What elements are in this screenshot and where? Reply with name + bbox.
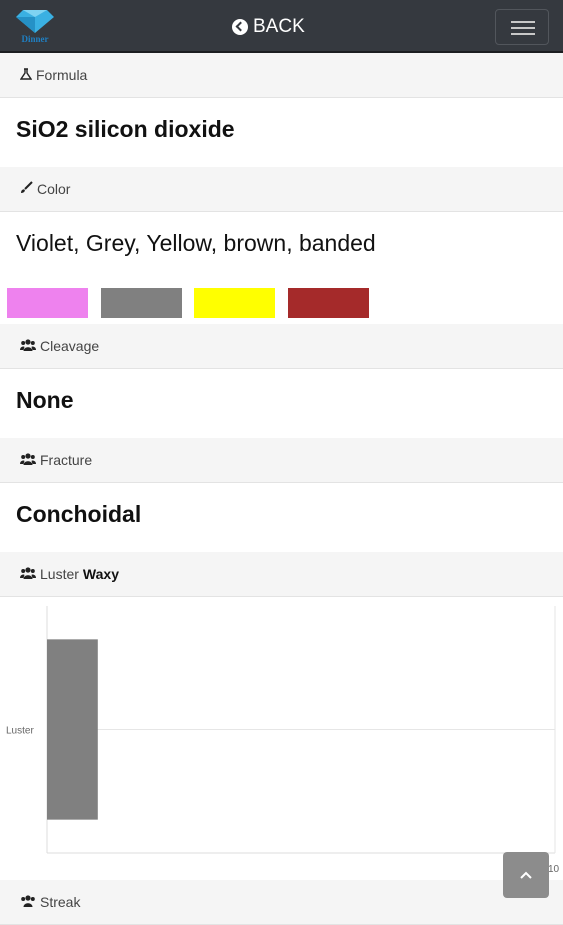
arrow-left-circle-icon bbox=[232, 19, 248, 35]
formula-header: Formula bbox=[0, 53, 563, 98]
color-header: Color bbox=[0, 167, 563, 212]
formula-label: Formula bbox=[36, 67, 88, 83]
cleavage-header: Cleavage bbox=[0, 324, 563, 369]
cleavage-value: None bbox=[16, 387, 74, 413]
bar-luster[interactable] bbox=[47, 639, 98, 820]
chevron-up-icon bbox=[520, 871, 532, 879]
streak-header: Streak bbox=[0, 880, 563, 925]
color-swatch-yellow bbox=[194, 288, 275, 318]
diamond-icon bbox=[16, 10, 54, 33]
users-icon bbox=[20, 894, 36, 910]
color-swatch-brown bbox=[288, 288, 369, 318]
formula-value: SiO2 silicon dioxide bbox=[16, 116, 235, 142]
color-value: Violet, Grey, Yellow, brown, banded bbox=[16, 230, 376, 256]
menu-button[interactable] bbox=[495, 9, 549, 45]
brush-icon bbox=[20, 181, 33, 197]
color-label: Color bbox=[37, 181, 71, 197]
hamburger-line bbox=[511, 21, 535, 23]
fracture-header: Fracture bbox=[0, 438, 563, 483]
users-icon bbox=[20, 338, 36, 354]
flask-icon bbox=[19, 67, 33, 83]
scroll-to-top-button[interactable] bbox=[503, 852, 549, 898]
color-swatch-grey bbox=[101, 288, 182, 318]
logo[interactable]: Dinner bbox=[14, 8, 56, 44]
y-tick-label: Luster bbox=[6, 726, 34, 737]
luster-value: Waxy bbox=[82, 566, 119, 582]
users-icon bbox=[20, 566, 36, 582]
logo-text: Dinner bbox=[21, 34, 49, 44]
fracture-value: Conchoidal bbox=[16, 501, 142, 527]
x-tick-label: 10 bbox=[548, 864, 560, 875]
cleavage-label: Cleavage bbox=[40, 338, 100, 354]
fracture-label: Fracture bbox=[40, 452, 93, 468]
back-button[interactable]: BACK bbox=[232, 16, 305, 38]
back-label: BACK bbox=[253, 16, 305, 37]
luster-header: Luster Waxy bbox=[0, 552, 563, 597]
luster-chart: Luster 10 bbox=[6, 606, 560, 875]
color-swatch-violet bbox=[7, 288, 88, 318]
users-icon bbox=[20, 452, 36, 468]
streak-label: Streak bbox=[40, 894, 81, 910]
hamburger-line bbox=[511, 33, 535, 35]
luster-label: Luster bbox=[40, 566, 79, 582]
navbar: Dinner BACK bbox=[0, 0, 563, 53]
hamburger-line bbox=[511, 27, 535, 29]
